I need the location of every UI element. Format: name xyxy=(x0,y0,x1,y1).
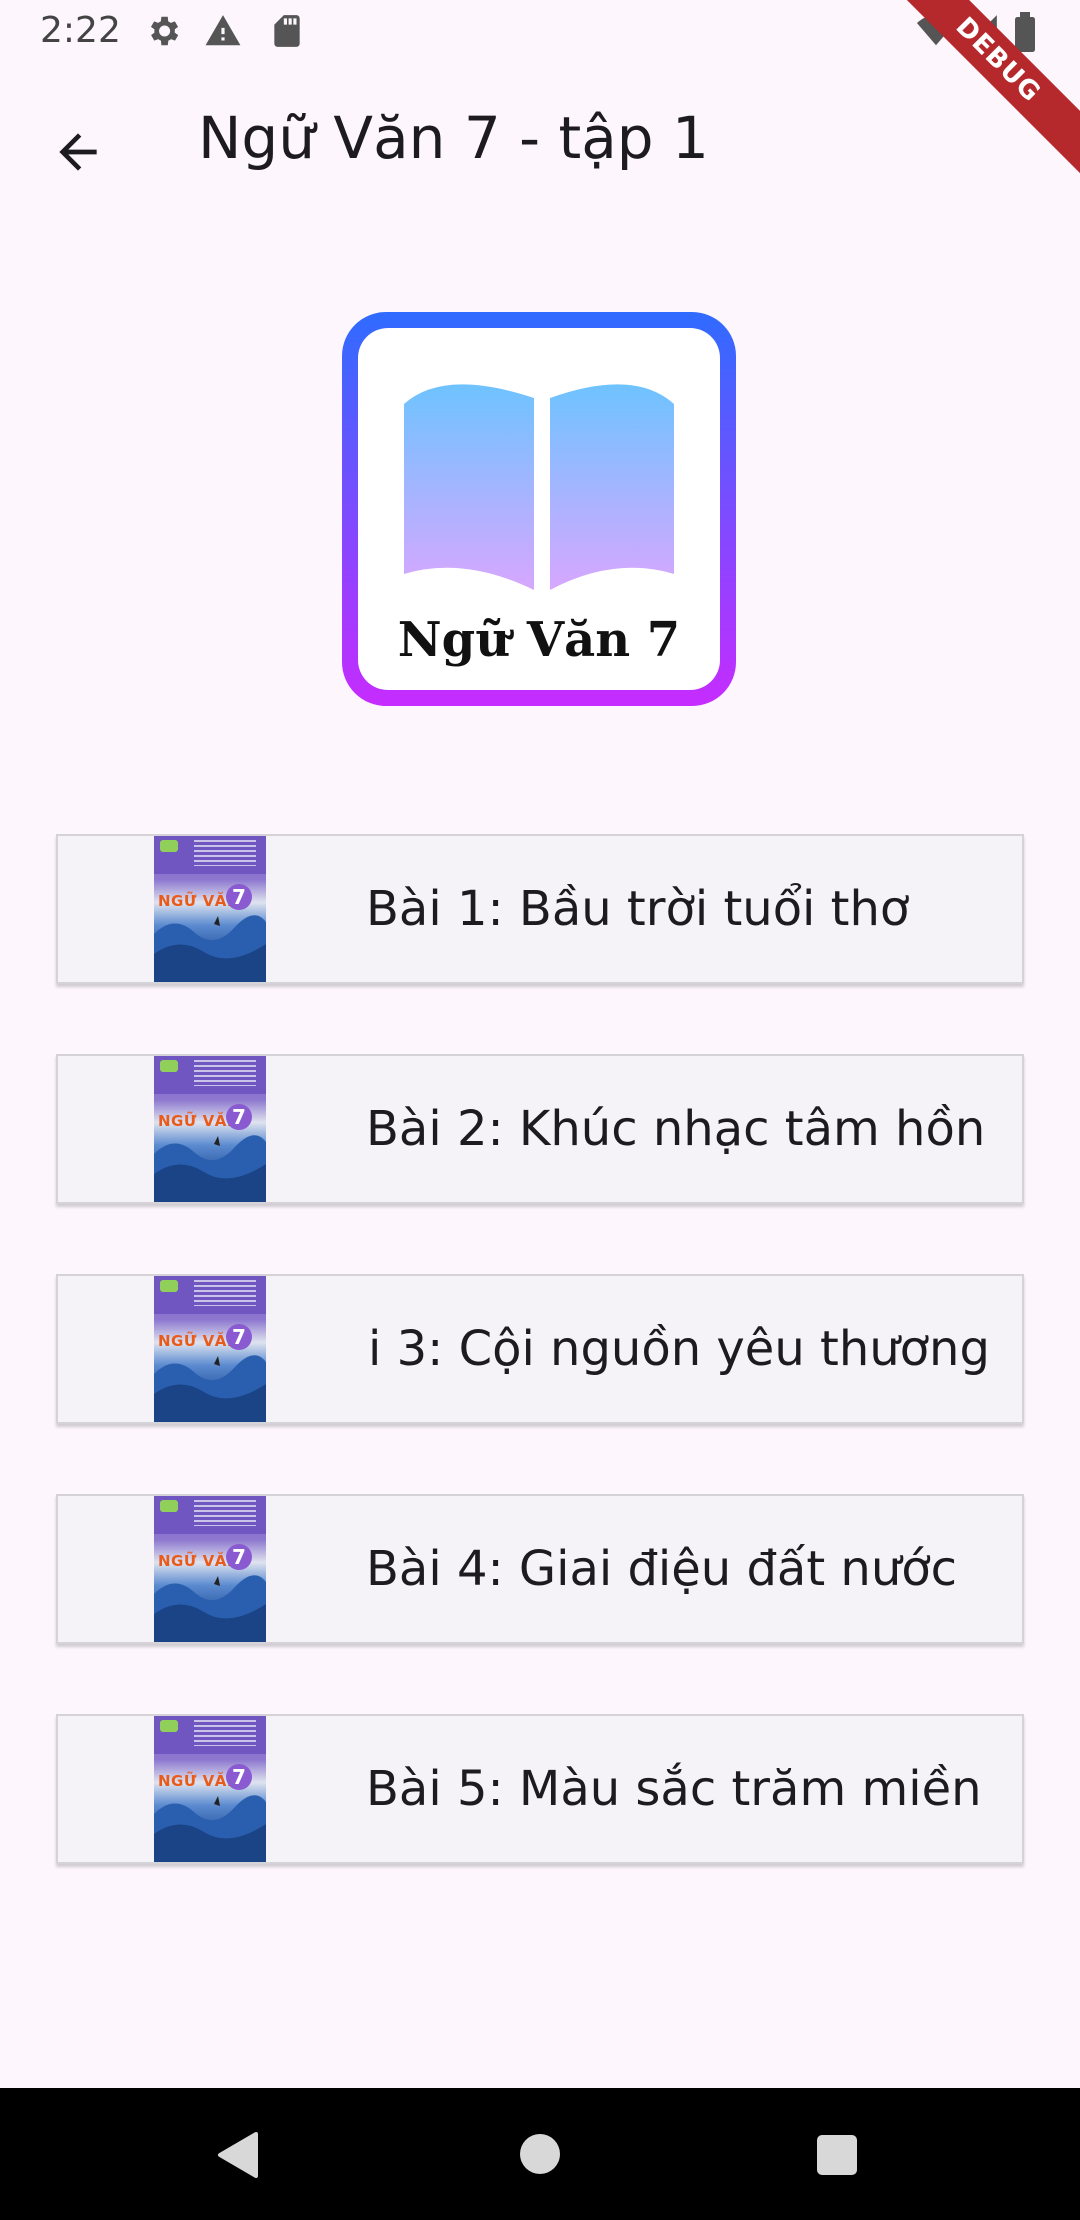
book-cover-image: NGỮ VĂN 7 xyxy=(154,1716,266,1862)
lesson-title: Bài 4: Giai điệu đất nước xyxy=(366,1541,958,1597)
lesson-item[interactable]: NGỮ VĂN 7 i 3: Cội nguồn yêu thương xyxy=(56,1274,1024,1424)
status-bar: 2:22 DEBUG xyxy=(0,0,1080,182)
book-cover-image: NGỮ VĂN 7 xyxy=(154,836,266,982)
lesson-item[interactable]: NGỮ VĂN 7 Bài 2: Khúc nhạc tâm hồn xyxy=(56,1054,1024,1204)
nav-back-icon[interactable] xyxy=(216,2132,260,2183)
open-book-icon xyxy=(404,378,674,603)
lesson-title: Bài 5: Màu sắc trăm miền xyxy=(366,1761,982,1817)
cover-number: 7 xyxy=(226,1544,252,1570)
sd-card-icon xyxy=(268,12,306,50)
nav-home-icon[interactable] xyxy=(518,2132,562,2181)
warning-icon xyxy=(204,12,242,50)
logo-text: Ngữ Văn 7 xyxy=(397,612,681,668)
lesson-title: Bài 1: Bầu trời tuổi thơ xyxy=(366,881,910,937)
app-bar: Ngữ Văn 7 - tập 1 xyxy=(0,66,1080,220)
nav-recents-icon[interactable] xyxy=(816,2134,858,2181)
lesson-list: NGỮ VĂN 7 Bài 1: Bầu trời tuổi thơ NGỮ V… xyxy=(56,834,1024,1934)
gear-icon xyxy=(144,12,182,50)
back-button[interactable] xyxy=(30,106,126,202)
cover-number: 7 xyxy=(226,884,252,910)
navigation-bar xyxy=(0,2088,1080,2220)
page-title: Ngữ Văn 7 - tập 1 xyxy=(198,104,709,172)
logo-inner: Ngữ Văn 7 xyxy=(358,328,720,690)
book-cover-image: NGỮ VĂN 7 xyxy=(154,1496,266,1642)
lesson-item[interactable]: NGỮ VĂN 7 Bài 4: Giai điệu đất nước xyxy=(56,1494,1024,1644)
lesson-title: Bài 2: Khúc nhạc tâm hồn xyxy=(366,1101,986,1157)
lesson-item[interactable]: NGỮ VĂN 7 Bài 5: Màu sắc trăm miền xyxy=(56,1714,1024,1864)
book-cover-image: NGỮ VĂN 7 xyxy=(154,1056,266,1202)
lesson-title: i 3: Cội nguồn yêu thương xyxy=(368,1321,990,1377)
cover-number: 7 xyxy=(226,1104,252,1130)
app-logo: Ngữ Văn 7 xyxy=(342,312,736,706)
cover-number: 7 xyxy=(226,1764,252,1790)
arrow-back-icon xyxy=(50,124,106,185)
battery-icon xyxy=(1012,12,1050,52)
status-time: 2:22 xyxy=(40,10,121,51)
screen: 2:22 DEBUG Ngữ Văn 7 - tập 1 Ngữ Văn 7 N… xyxy=(0,0,1080,2220)
book-cover-image: NGỮ VĂN 7 xyxy=(154,1276,266,1422)
lesson-item[interactable]: NGỮ VĂN 7 Bài 1: Bầu trời tuổi thơ xyxy=(56,834,1024,984)
cover-number: 7 xyxy=(226,1324,252,1350)
